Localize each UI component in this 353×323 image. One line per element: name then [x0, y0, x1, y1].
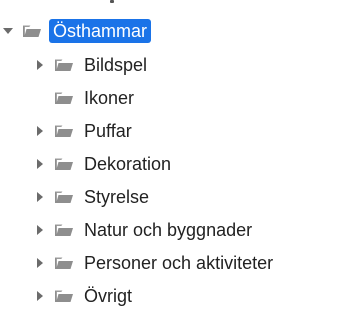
expand-toggle[interactable] — [32, 281, 48, 311]
tree-node-bildspel[interactable]: Bildspel — [32, 50, 150, 80]
tree-node-label[interactable]: Natur och byggnader — [81, 215, 255, 245]
folder-open-icon — [55, 158, 73, 170]
expand-toggle[interactable] — [32, 248, 48, 278]
caret-down-icon — [3, 28, 13, 34]
tree-node-osthammar[interactable]: Östhammar — [0, 16, 152, 46]
tree-node-dekoration[interactable]: Dekoration — [32, 149, 174, 179]
collapse-toggle[interactable] — [0, 16, 16, 46]
tree-node-label[interactable]: Östhammar — [49, 19, 152, 43]
tree-node-puffar[interactable]: Puffar — [32, 116, 135, 146]
folder-tree: Östhammar Bildspel Ikoner Puffar Dekoration… — [0, 0, 353, 323]
tree-node-label[interactable]: Dekoration — [81, 149, 174, 179]
tree-node-label[interactable]: Personer och aktiviteter — [81, 248, 276, 278]
caret-right-icon — [37, 291, 43, 301]
no-toggle — [32, 83, 48, 113]
folder-open-icon — [55, 125, 73, 137]
tree-node-personer-och-aktiviteter[interactable]: Personer och aktiviteter — [32, 248, 276, 278]
tree-node-label[interactable]: Övrigt — [81, 281, 135, 311]
caret-right-icon — [37, 258, 43, 268]
expand-toggle[interactable] — [32, 215, 48, 245]
folder-open-icon — [55, 59, 73, 71]
tree-node-natur-och-byggnader[interactable]: Natur och byggnader — [32, 215, 255, 245]
folder-open-icon — [55, 92, 73, 104]
tree-node-ikoner[interactable]: Ikoner — [32, 83, 137, 113]
folder-open-icon — [55, 224, 73, 236]
expand-toggle[interactable] — [32, 182, 48, 212]
tree-node-styrelse[interactable]: Styrelse — [32, 182, 152, 212]
folder-open-icon — [55, 290, 73, 302]
caret-right-icon — [37, 126, 43, 136]
tree-node-övrigt[interactable]: Övrigt — [32, 281, 135, 311]
folder-open-icon — [55, 191, 73, 203]
folder-open-icon — [55, 257, 73, 269]
caret-right-icon — [37, 192, 43, 202]
expand-toggle[interactable] — [32, 50, 48, 80]
caret-right-icon — [37, 159, 43, 169]
tree-node-label[interactable]: Bildspel — [81, 50, 150, 80]
expand-toggle[interactable] — [32, 116, 48, 146]
expand-toggle[interactable] — [32, 149, 48, 179]
tree-node-label[interactable]: Styrelse — [81, 182, 152, 212]
caret-right-icon — [37, 60, 43, 70]
tree-node-label[interactable]: Puffar — [81, 116, 135, 146]
folder-open-icon — [23, 25, 41, 37]
caret-right-icon — [37, 225, 43, 235]
clipped-row-fragment — [110, 0, 114, 3]
tree-node-label[interactable]: Ikoner — [81, 83, 137, 113]
